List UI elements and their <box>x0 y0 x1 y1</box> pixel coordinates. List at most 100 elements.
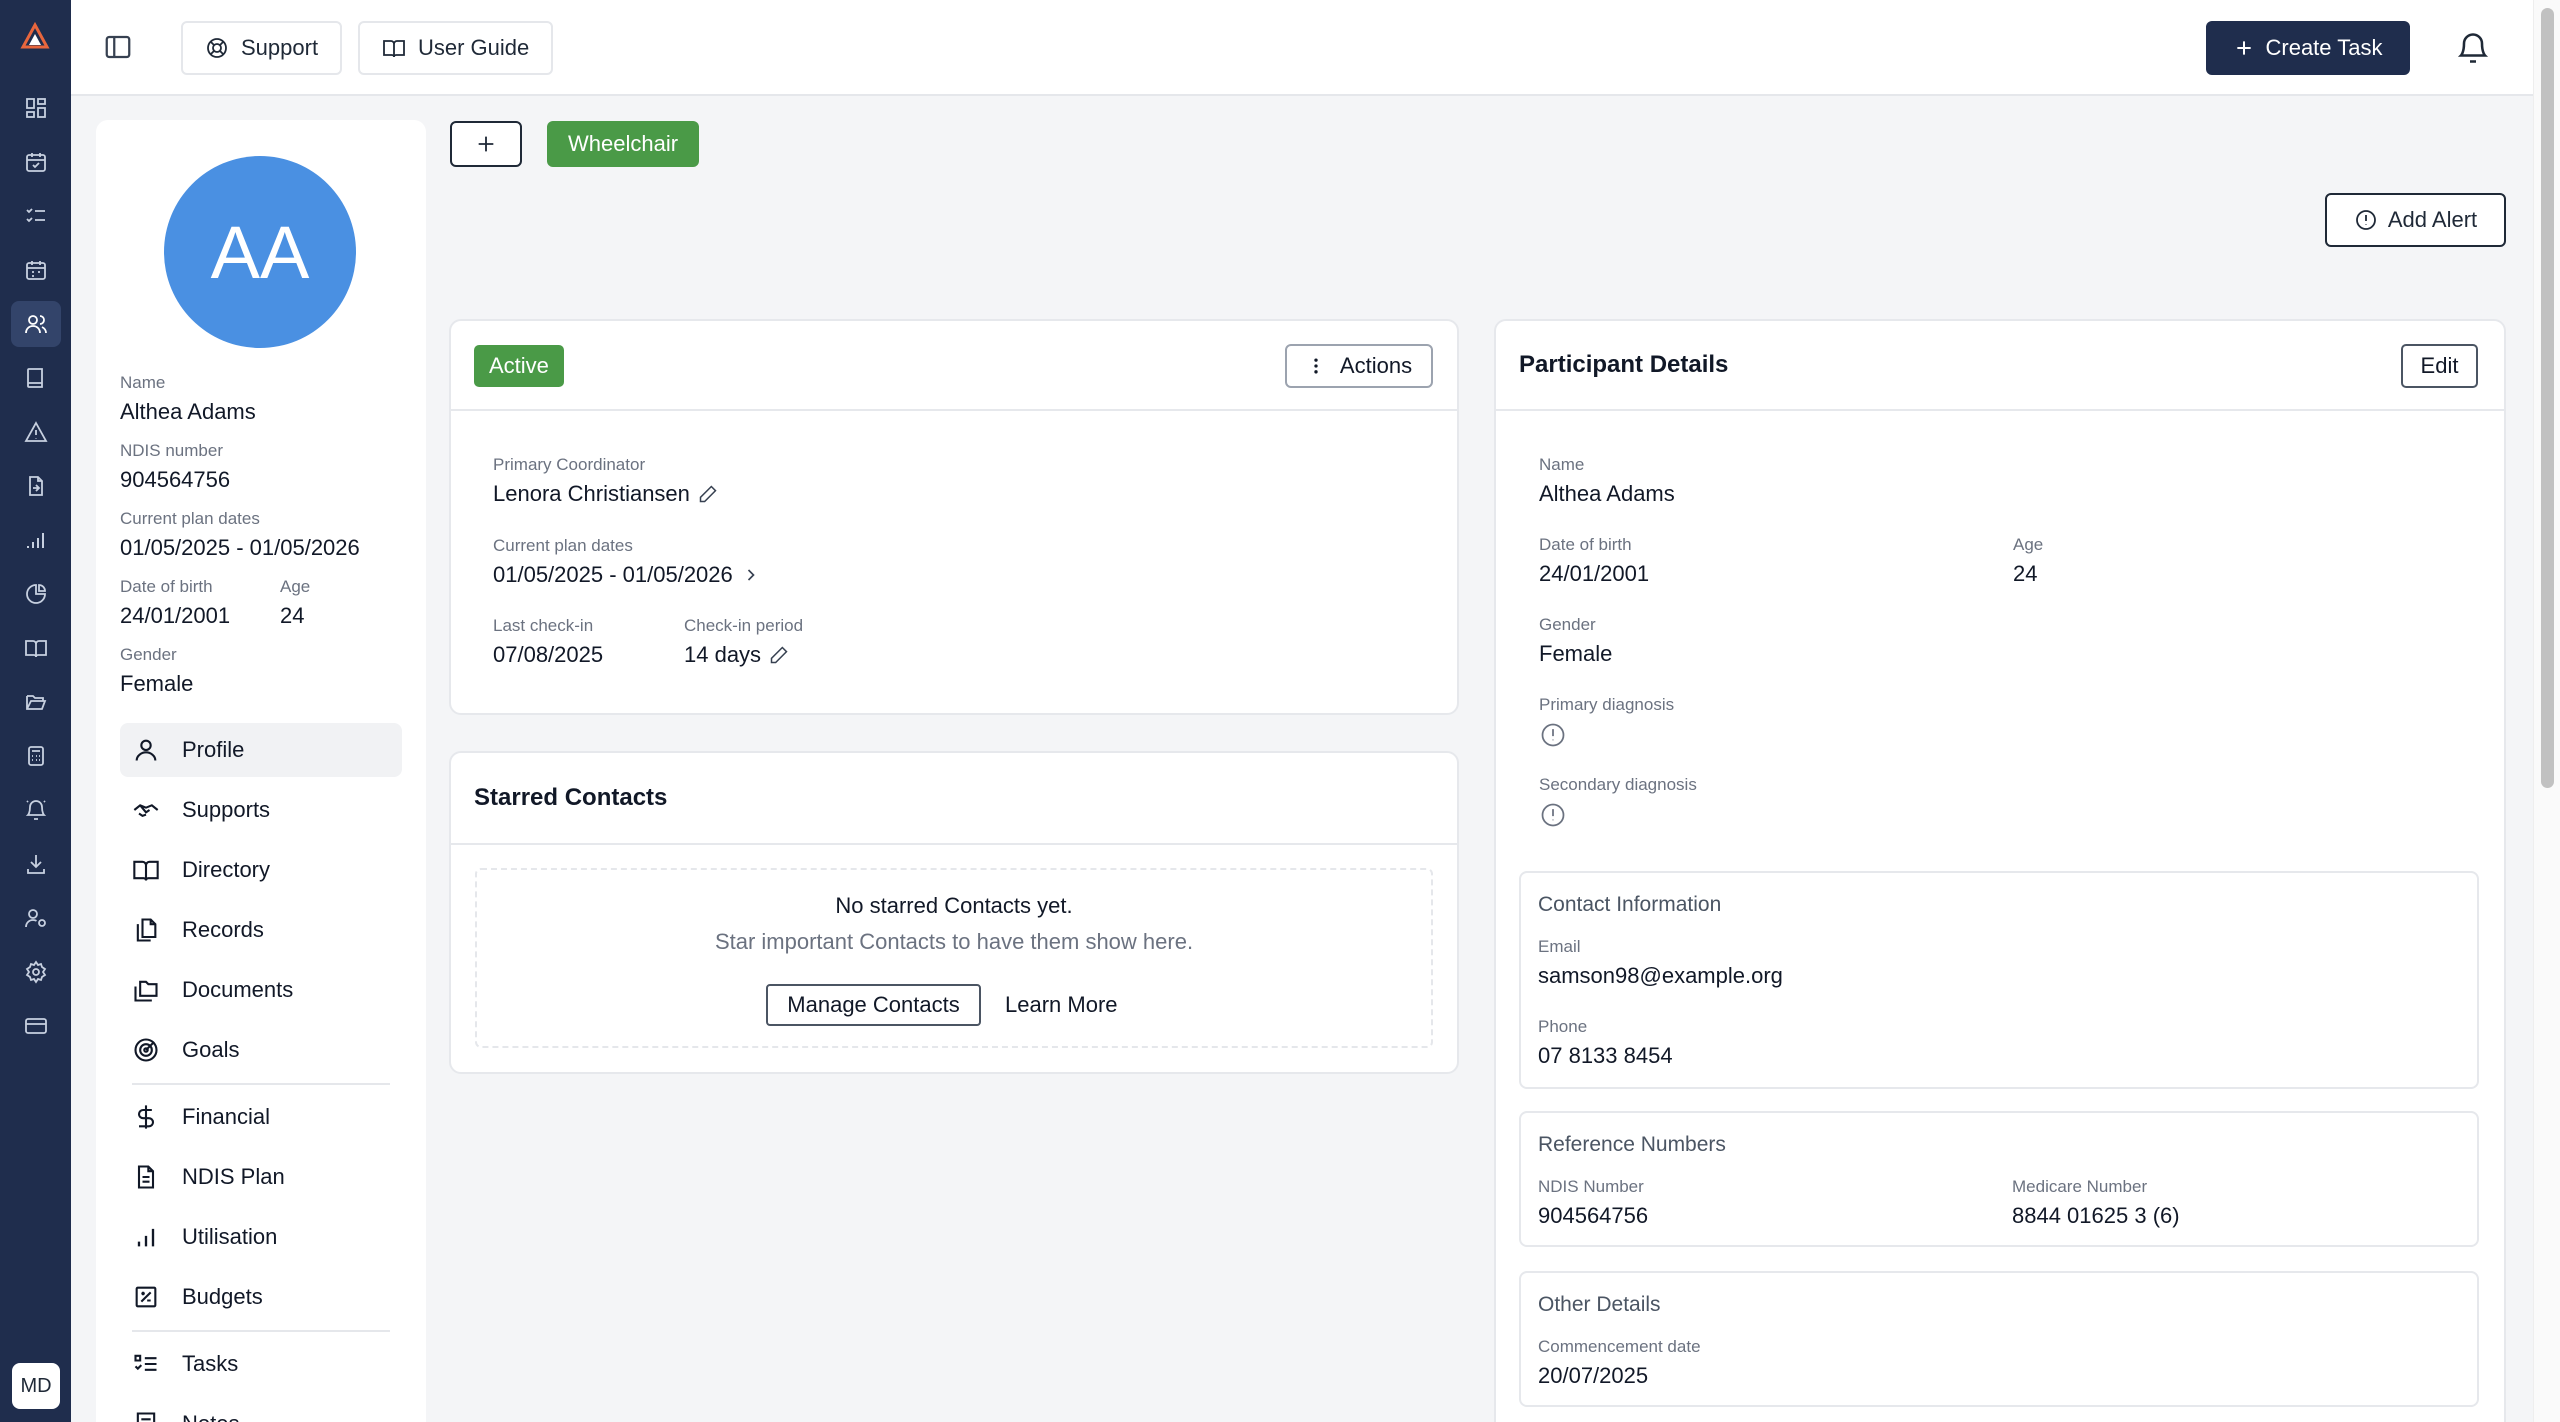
user-avatar-button[interactable]: MD <box>12 1363 60 1409</box>
download-icon[interactable] <box>11 841 61 887</box>
scrollbar-thumb[interactable] <box>2541 8 2554 788</box>
credit-card-icon[interactable] <box>11 1003 61 1049</box>
task-list-icon[interactable] <box>11 193 61 239</box>
pencil-icon[interactable] <box>698 484 718 504</box>
book-open-icon <box>133 860 159 881</box>
coordinator-value: Lenora Christiansen <box>493 481 718 507</box>
checkin-period-label: Check-in period <box>684 616 804 635</box>
page-scrollbar[interactable] <box>2533 0 2560 1422</box>
signal-chart-icon[interactable] <box>11 517 61 563</box>
bell-ring-icon[interactable] <box>11 787 61 833</box>
user-guide-label: User Guide <box>418 35 530 60</box>
gender-label: Gender <box>1539 615 1596 634</box>
phone-label: Phone <box>1538 1017 1588 1036</box>
last-checkin-value: 07/08/2025 <box>493 642 604 667</box>
gender-value: Female <box>1539 641 1613 666</box>
pencil-icon[interactable] <box>769 645 789 665</box>
notifications-bell-icon[interactable] <box>2455 30 2491 66</box>
folder-open-icon[interactable] <box>11 679 61 725</box>
add-alert-button[interactable]: Add Alert <box>2325 193 2506 247</box>
nav-item-ndis-plan[interactable]: NDIS Plan <box>120 1150 402 1204</box>
calendar-icon[interactable] <box>11 247 61 293</box>
book-open-icon <box>383 40 405 58</box>
nav-item-supports[interactable]: Supports <box>120 783 402 837</box>
name-value: Althea Adams <box>1539 481 1675 506</box>
age-value: 24 <box>2013 561 2038 586</box>
notes-icon <box>136 1412 156 1422</box>
plan-dates-label: Current plan dates <box>493 536 633 555</box>
tag-wheelchair[interactable]: Wheelchair <box>547 121 700 167</box>
contact-information-title: Contact Information <box>1538 893 1722 916</box>
learn-more-link[interactable]: Learn More <box>1005 984 1118 1026</box>
nav-item-profile[interactable]: Profile <box>120 723 402 777</box>
user-icon <box>135 739 157 761</box>
nav-label: Directory <box>182 857 271 882</box>
bar-chart-icon <box>137 1228 155 1247</box>
files-icon <box>136 918 157 942</box>
age-label: Age <box>280 577 311 596</box>
nav-label: Tasks <box>182 1351 239 1376</box>
handshake-icon <box>133 804 159 817</box>
nav-item-notes[interactable]: Notes <box>120 1397 402 1422</box>
user-guide-button[interactable]: User Guide <box>358 21 554 75</box>
list-checks-icon <box>134 1354 157 1371</box>
nav-item-directory[interactable]: Directory <box>120 843 402 897</box>
nav-item-goals[interactable]: Goals <box>120 1023 402 1077</box>
dob-label: Date of birth <box>1539 535 1632 554</box>
actions-button[interactable]: Actions <box>1285 344 1433 388</box>
plan-dates-link[interactable]: 01/05/2025 - 01/05/2026 <box>493 562 761 588</box>
other-details-section: Other Details Commencement date 20/07/20… <box>1519 1271 2479 1407</box>
plan-dates-value: 01/05/2025 - 01/05/2026 <box>493 562 733 587</box>
nav-item-records[interactable]: Records <box>120 903 402 957</box>
app-rail: MD <box>0 0 71 1422</box>
last-checkin-label: Last check-in <box>493 616 594 635</box>
dob-value: 24/01/2001 <box>120 603 231 628</box>
app-logo-icon[interactable] <box>20 22 50 50</box>
nav-item-budgets[interactable]: Budgets <box>120 1270 402 1324</box>
file-export-icon[interactable] <box>11 463 61 509</box>
warning-icon[interactable] <box>11 409 61 455</box>
status-badge: Active <box>474 345 564 387</box>
participant-profile-sidebar: AA Name Althea Adams NDIS number 9045647… <box>96 120 426 1422</box>
nav-label: Documents <box>182 977 294 1002</box>
plan-dates-label: Current plan dates <box>120 509 260 528</box>
alert-circle-icon <box>2355 210 2376 230</box>
reference-numbers-section: Reference Numbers NDIS Number 904564756 … <box>1519 1111 2479 1247</box>
starred-contacts-card: Starred Contacts No starred Contacts yet… <box>449 751 1459 1074</box>
nav-divider <box>132 1083 390 1085</box>
medicare-number-label: Medicare Number <box>2012 1177 2148 1196</box>
other-details-title: Other Details <box>1538 1293 1661 1316</box>
name-label: Name <box>120 373 166 392</box>
pie-chart-icon[interactable] <box>11 571 61 617</box>
ndis-number: 904564756 <box>120 467 231 492</box>
support-button[interactable]: Support <box>181 21 343 75</box>
participants-icon[interactable] <box>11 301 61 347</box>
participant-name: Althea Adams <box>120 399 256 424</box>
calculator-icon[interactable] <box>11 733 61 779</box>
reference-numbers-title: Reference Numbers <box>1538 1133 1726 1156</box>
nav-item-financial[interactable]: Financial <box>120 1090 402 1144</box>
edit-details-button[interactable]: Edit <box>2401 344 2478 388</box>
info-icon <box>1541 723 1565 747</box>
nav-item-utilisation[interactable]: Utilisation <box>120 1210 402 1264</box>
nav-item-documents[interactable]: Documents <box>120 963 402 1017</box>
create-task-label: Create Task <box>2265 35 2383 60</box>
calendar-check-icon[interactable] <box>11 139 61 185</box>
card-divider <box>1496 409 2504 411</box>
create-task-button[interactable]: Create Task <box>2206 21 2410 75</box>
sidebar-toggle-icon[interactable] <box>103 32 133 62</box>
age-label: Age <box>2013 535 2044 554</box>
book-open-icon[interactable] <box>11 625 61 671</box>
dashboard-icon[interactable] <box>11 85 61 131</box>
manage-contacts-button[interactable]: Manage Contacts <box>766 984 981 1026</box>
card-divider <box>451 409 1457 411</box>
participant-details-title: Participant Details <box>1519 351 1729 378</box>
medicare-number-value: 8844 01625 3 (6) <box>2012 1203 2180 1228</box>
settings-icon[interactable] <box>11 949 61 995</box>
user-cog-icon[interactable] <box>11 895 61 941</box>
add-tag-button[interactable] <box>450 121 522 167</box>
nav-item-tasks[interactable]: Tasks <box>120 1337 402 1391</box>
empty-state: No starred Contacts yet. Star important … <box>475 868 1433 1048</box>
book-icon[interactable] <box>11 355 61 401</box>
empty-state-title: No starred Contacts yet. <box>835 893 1073 918</box>
